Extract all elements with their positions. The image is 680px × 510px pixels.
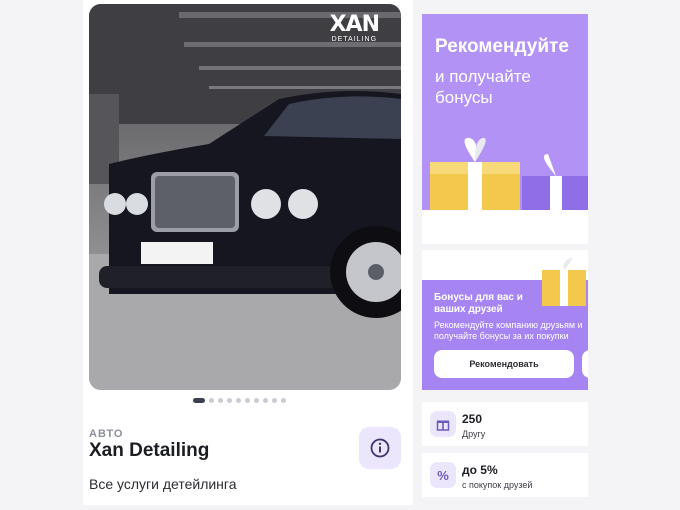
- gallery-pagination: [193, 398, 286, 403]
- bonus-card: Бонусы для вас и ваших друзей Рекомендуй…: [422, 250, 588, 390]
- product-card: XAN DETAILING АВТО Xan Detailing Все усл…: [83, 0, 413, 505]
- referral-banner[interactable]: Рекомендуйте и получайте бонусы: [422, 14, 588, 210]
- gallery-dot[interactable]: [245, 398, 250, 403]
- stat-purchase-bonus: % до 5% с покупок друзей: [422, 453, 588, 497]
- gallery-dot[interactable]: [227, 398, 232, 403]
- stat-value: до 5%: [462, 463, 498, 477]
- company-tagline: Все услуги детейлинга: [89, 476, 237, 492]
- gallery-dot[interactable]: [236, 398, 241, 403]
- next-card-peek: [582, 350, 588, 378]
- company-name: Xan Detailing: [89, 440, 210, 461]
- info-button[interactable]: [359, 427, 401, 469]
- stat-value: 250: [462, 412, 483, 426]
- info-icon: [370, 438, 390, 458]
- stat-label: с покупок друзей: [462, 480, 533, 490]
- gallery-dot[interactable]: [263, 398, 268, 403]
- gallery-dot[interactable]: [209, 398, 214, 403]
- referral-subline: и получайте бонусы: [435, 67, 531, 107]
- gift-boxes-illustration: [430, 137, 588, 210]
- percent-icon: %: [430, 462, 456, 488]
- gallery-dot[interactable]: [272, 398, 277, 403]
- recommend-button[interactable]: Рекомендовать: [434, 350, 574, 378]
- referral-column: Рекомендуйте и получайте бонусы Бонусы д…: [413, 0, 595, 510]
- stat-friend-bonus: 250 Другу: [422, 402, 588, 446]
- car-image: [89, 4, 401, 390]
- product-photo[interactable]: XAN DETAILING: [89, 4, 401, 390]
- gallery-dot[interactable]: [254, 398, 259, 403]
- brand-logo: XAN DETAILING: [329, 12, 380, 44]
- gift-icon: [430, 411, 456, 437]
- stat-label: Другу: [462, 429, 486, 439]
- bonus-card-title: Бонусы для вас и ваших друзей: [434, 292, 523, 315]
- gallery-dot[interactable]: [193, 398, 205, 403]
- category-label: АВТО: [89, 428, 124, 440]
- gallery-dot[interactable]: [281, 398, 286, 403]
- referral-headline: Рекомендуйте: [435, 36, 569, 57]
- bonus-card-description: Рекомендуйте компанию друзьям и получайт…: [434, 320, 583, 341]
- banner-footer-strip: [422, 210, 588, 244]
- gallery-dot[interactable]: [218, 398, 223, 403]
